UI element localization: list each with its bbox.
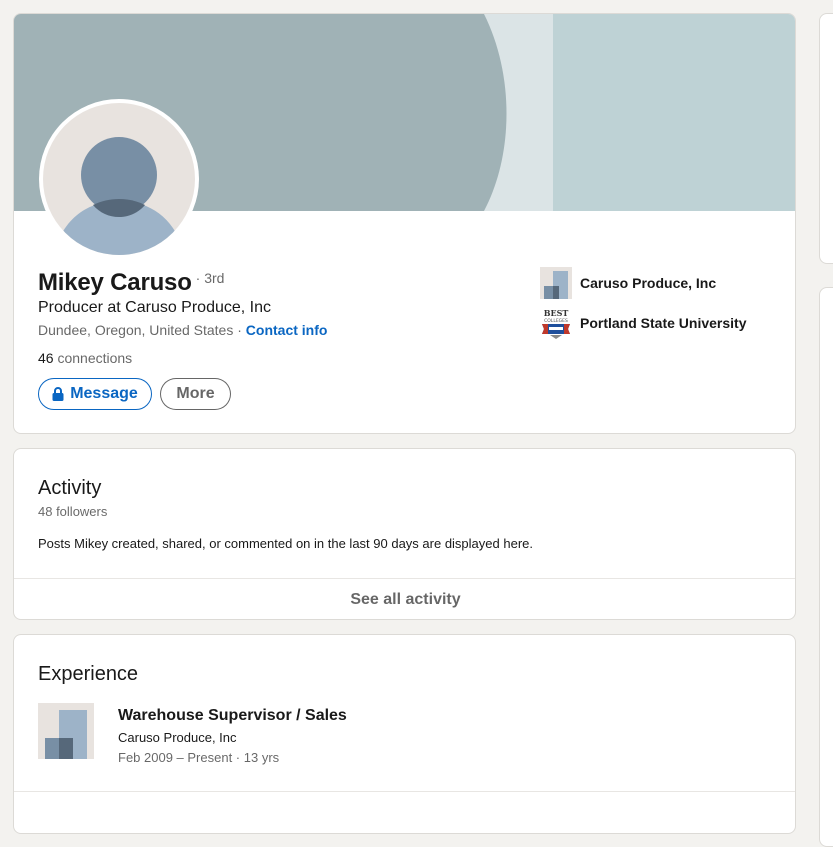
company-logo-icon[interactable] <box>38 703 94 759</box>
svg-text:COLLEGES: COLLEGES <box>544 318 568 324</box>
profile-headline: Producer at Caruso Produce, Inc <box>38 299 272 316</box>
see-all-activity-button[interactable]: See all activity <box>14 578 795 619</box>
company-logo-icon <box>540 267 572 299</box>
divider <box>14 791 795 792</box>
experience-item-company: Caruso Produce, Inc <box>118 730 237 745</box>
message-button-label: Message <box>70 385 138 402</box>
followers-count: 48 followers <box>38 504 108 519</box>
right-rail-card-bottom <box>819 287 833 847</box>
message-button[interactable]: Message <box>38 378 152 410</box>
profile-name: Mikey Caruso <box>38 269 192 296</box>
profile-location: Dundee, Oregon, United States · <box>38 322 246 338</box>
activity-description: Posts Mikey created, shared, or commente… <box>38 536 533 551</box>
more-button-label: More <box>176 385 215 402</box>
current-company-name: Caruso Produce, Inc <box>580 275 717 291</box>
education-school-name: Portland State University <box>580 315 747 331</box>
connections-label: connections <box>53 350 133 366</box>
education-school-link[interactable]: BEST COLLEGES Portland State University <box>540 307 747 339</box>
best-colleges-badge-icon: BEST COLLEGES <box>540 307 572 339</box>
contact-info-link[interactable]: Contact info <box>246 322 328 338</box>
connections-count: 46 connections <box>38 350 132 366</box>
experience-item-title: Warehouse Supervisor / Sales <box>118 707 347 724</box>
default-avatar-icon <box>43 103 195 255</box>
right-rail-card-top <box>819 13 833 264</box>
experience-heading: Experience <box>38 663 139 685</box>
connection-degree: · 3rd <box>195 270 225 286</box>
connections-number: 46 <box>38 350 54 366</box>
experience-item-dates: Feb 2009 – Present · 13 yrs <box>118 750 280 765</box>
activity-heading: Activity <box>38 477 102 499</box>
svg-text:BEST: BEST <box>544 308 569 318</box>
experience-section: Experience Warehouse Supervisor / Sales … <box>13 634 796 834</box>
lock-icon <box>52 387 64 401</box>
more-button[interactable]: More <box>160 378 231 410</box>
profile-card: Mikey Caruso · 3rd Producer at Caruso Pr… <box>13 13 796 434</box>
profile-location-row: Dundee, Oregon, United States · Contact … <box>38 322 327 338</box>
profile-name-row: Mikey Caruso · 3rd <box>38 269 224 297</box>
activity-section: Activity 48 followers Posts Mikey create… <box>13 448 796 620</box>
profile-avatar[interactable] <box>39 99 199 259</box>
current-company-link[interactable]: Caruso Produce, Inc <box>540 267 716 299</box>
